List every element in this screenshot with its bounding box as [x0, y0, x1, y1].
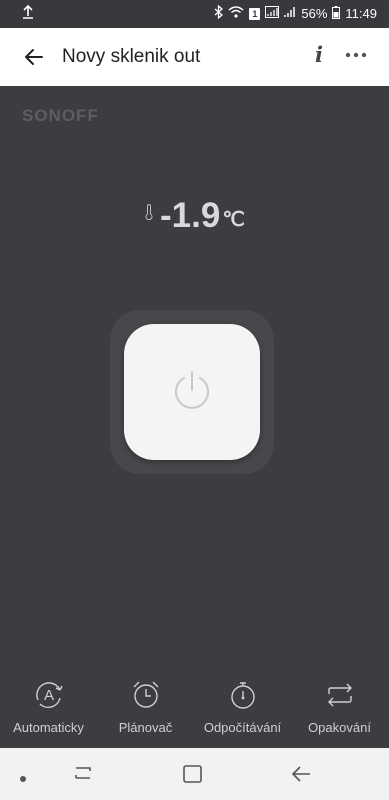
back-arrow-icon[interactable]: [22, 45, 46, 69]
app-header: Novy sklenik out i: [0, 28, 389, 86]
status-bar: 1 56% 11:49: [0, 0, 389, 28]
back-nav-icon[interactable]: [290, 764, 314, 789]
navigation-bar: [0, 748, 389, 800]
temperature-display: -1.9 ℃: [144, 196, 245, 236]
signal-icon: [265, 6, 280, 21]
auto-mode-icon: A: [0, 678, 97, 712]
feature-label: Plánovač: [118, 720, 173, 735]
feature-label: Opakování: [308, 720, 371, 735]
upload-icon: [22, 4, 34, 22]
info-button[interactable]: i: [315, 42, 323, 67]
home-icon[interactable]: [182, 764, 204, 789]
battery-percent: 56%: [301, 6, 328, 21]
more-options-icon[interactable]: [345, 44, 367, 66]
feature-countdown[interactable]: Odpočítávání: [194, 666, 291, 735]
svg-text:A: A: [43, 687, 53, 704]
page-title: Novy sklenik out: [62, 46, 201, 67]
repeat-icon: [291, 678, 388, 712]
alarm-clock-icon: [97, 678, 194, 712]
nav-dot-icon[interactable]: [19, 770, 27, 788]
wifi-icon: [228, 6, 244, 21]
battery-icon: [332, 5, 341, 22]
power-icon: [170, 368, 214, 417]
clock-time: 11:49: [345, 6, 377, 21]
power-button[interactable]: [124, 324, 260, 460]
bluetooth-icon: [214, 4, 224, 22]
sim-icon: 1: [249, 7, 261, 20]
feature-schedule[interactable]: Plánovač: [97, 666, 194, 735]
temperature-unit: ℃: [222, 209, 245, 231]
feature-automatic[interactable]: A Automaticky: [0, 666, 97, 735]
thermometer-icon: [144, 204, 154, 221]
stopwatch-icon: [194, 678, 291, 712]
brand-logo: SONOFF: [22, 106, 99, 125]
feature-label: Automaticky: [13, 720, 84, 735]
device-panel: SONOFF -1.9 ℃: [0, 86, 389, 732]
feature-label: Odpočítávání: [203, 720, 282, 735]
signal-strength-icon: [284, 6, 296, 21]
power-button-frame: [110, 310, 274, 474]
temperature-value: -1.9: [160, 196, 221, 235]
feature-bar: A Automaticky Plánovač Odpočítávání Opak…: [0, 666, 389, 752]
recent-apps-icon[interactable]: [72, 764, 96, 787]
feature-repeat[interactable]: Opakování: [291, 666, 388, 735]
